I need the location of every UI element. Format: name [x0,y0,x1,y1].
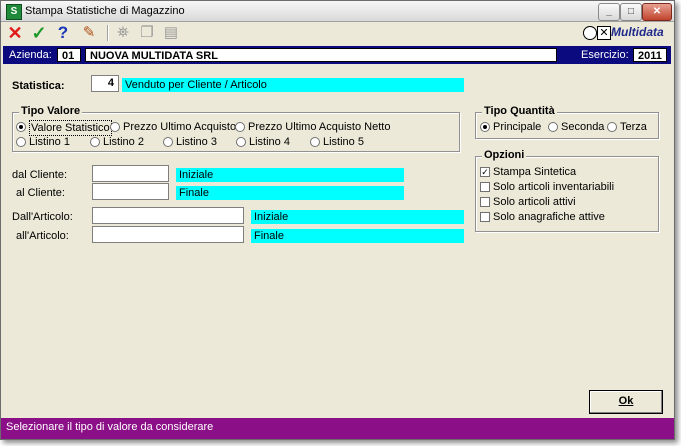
radio-label: Seconda [561,121,605,133]
checkbox-label: Solo articoli attivi [493,196,576,208]
title-bar: S Stampa Statistiche di Magazzino _ □ ✕ [1,1,674,22]
al-cliente-input[interactable] [92,183,169,200]
binoculars-icon[interactable]: ⛯ [113,23,133,43]
edit-icon[interactable]: ✎ [79,23,99,43]
toolbar-separator [107,25,109,41]
al-articolo-description: Finale [251,229,464,243]
tipo-quantita-group: Tipo Quantità Principale Seconda Terza [475,105,659,139]
checkbox-label: Solo articoli inventariabili [493,181,615,193]
logo-text: Multidata [611,25,664,39]
status-bar: Selezionare il tipo di valore da conside… [1,418,674,439]
esercizio-label: Esercizio: [581,49,629,61]
tipo-valore-group: Tipo Valore Valore Statistico Prezzo Ult… [12,105,460,152]
maximize-button[interactable]: □ [620,3,642,21]
esercizio-value: 2011 [633,48,667,62]
radio-icon [548,122,558,132]
opzioni-title: Opzioni [482,149,527,161]
multidata-logo: ✕ Multidata [583,23,669,43]
al-articolo-label: all'Articolo: [16,230,69,242]
radio-label: Listino 3 [176,136,217,148]
azienda-name: NUOVA MULTIDATA SRL [85,48,557,62]
checkbox-label: Solo anagrafiche attive [493,211,605,223]
radio-selected-icon [16,122,26,132]
checkbox-label: Stampa Sintetica [493,166,577,178]
tipo-quantita-title: Tipo Quantità [482,105,557,117]
radio-label: Valore Statistico [29,120,112,136]
dal-cliente-label: dal Cliente: [12,169,68,181]
company-bar: Azienda: 01 NUOVA MULTIDATA SRL Esercizi… [3,46,671,64]
statistica-label: Statistica: [12,80,65,92]
opzioni-group: Opzioni ✓ Stampa Sintetica Solo articoli… [475,149,659,232]
checkbox-icon [480,212,490,222]
statistica-code-input[interactable]: 4 [91,75,119,92]
tipo-valore-title: Tipo Valore [19,105,83,117]
ok-button[interactable]: Ok [589,390,663,414]
azienda-label: Azienda: [9,49,52,61]
checkbox-checked-icon: ✓ [480,167,490,177]
radio-icon [236,137,246,147]
azienda-code: 01 [57,48,81,62]
radio-icon [607,122,617,132]
dal-articolo-input[interactable] [92,207,244,224]
checkbox-icon [480,182,490,192]
help-icon[interactable]: ? [54,23,72,43]
radio-icon [163,137,173,147]
radio-label: Principale [493,121,542,133]
close-button[interactable]: ✕ [642,3,672,21]
dal-cliente-input[interactable] [92,165,169,182]
al-articolo-input[interactable] [92,226,244,243]
checkbox-icon [480,197,490,207]
al-cliente-label: al Cliente: [16,187,65,199]
dal-cliente-description: Iniziale [176,168,404,182]
radio-icon [90,137,100,147]
status-text: Selezionare il tipo di valore da conside… [6,421,214,433]
radio-label: Terza [620,121,647,133]
radio-icon [110,122,120,132]
window-title: Stampa Statistiche di Magazzino [25,5,185,17]
radio-icon [310,137,320,147]
radio-label: Listino 1 [29,136,70,148]
radio-label: Listino 4 [249,136,290,148]
statistica-description: Venduto per Cliente / Articolo [122,78,464,92]
radio-icon [16,137,26,147]
logo-box-icon: ✕ [597,26,611,40]
confirm-icon[interactable]: ✓ [29,23,49,43]
app-icon: S [6,4,22,20]
radio-icon [235,122,245,132]
radio-label: Prezzo Ultimo Acquisto [123,121,237,133]
radio-selected-icon [480,122,490,132]
radio-label: Listino 5 [323,136,364,148]
dal-articolo-description: Iniziale [251,210,464,224]
radio-label: Prezzo Ultimo Acquisto Netto [248,121,391,133]
main-window: S Stampa Statistiche di Magazzino _ □ ✕ … [0,0,675,440]
minimize-button[interactable]: _ [598,3,620,21]
toolbar: ✕ ✓ ? ✎ ⛯ ❐ ▤ ✕ Multidata [1,22,674,44]
copy-icon[interactable]: ❐ [137,23,157,43]
print-icon[interactable]: ▤ [161,23,181,43]
dal-articolo-label: Dall'Articolo: [12,211,73,223]
al-cliente-description: Finale [176,186,404,200]
logo-circle-icon [583,26,597,40]
cancel-icon[interactable]: ✕ [5,23,25,43]
radio-label: Listino 2 [103,136,144,148]
